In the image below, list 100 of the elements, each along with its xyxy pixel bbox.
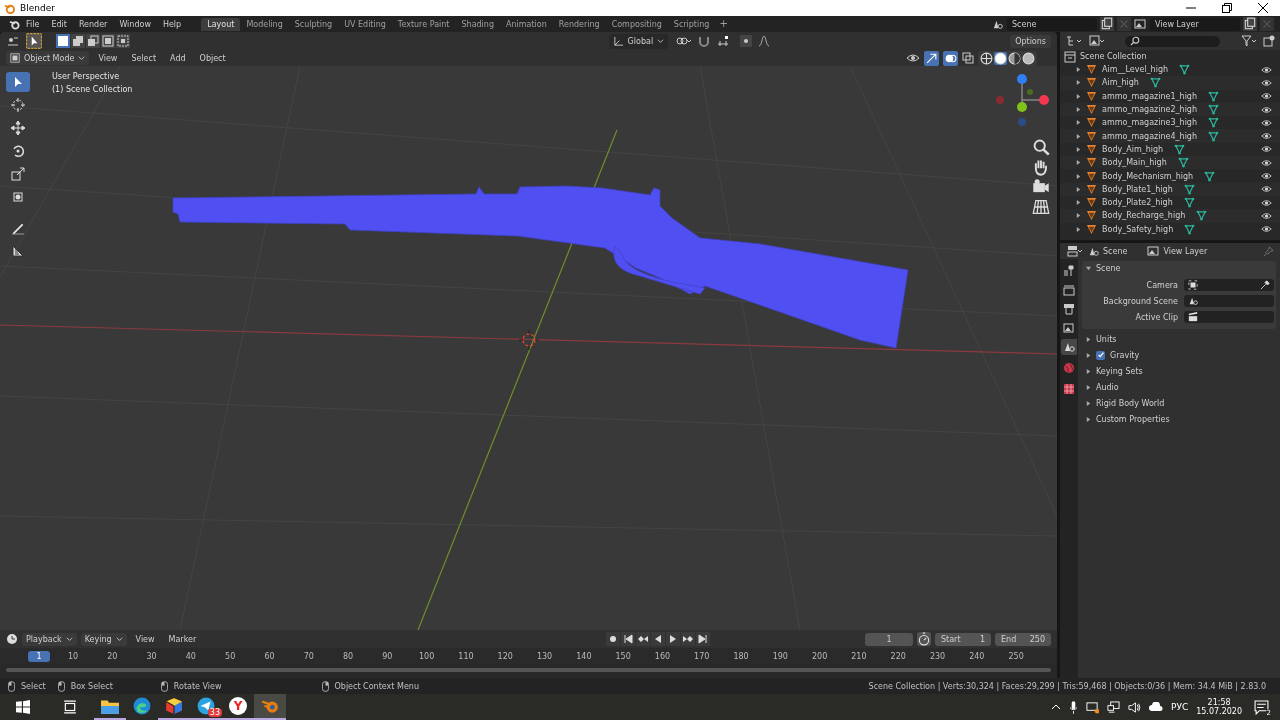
workspace-tab[interactable]: Compositing xyxy=(605,17,668,31)
select-subtract-icon[interactable] xyxy=(86,34,100,48)
clip-field[interactable] xyxy=(1184,311,1274,323)
eye-icon[interactable] xyxy=(1261,145,1272,154)
image-icon[interactable] xyxy=(1134,18,1146,30)
menu-item[interactable]: Help xyxy=(156,19,188,29)
output-properties-tab[interactable] xyxy=(1061,301,1077,317)
eye-icon[interactable] xyxy=(1261,118,1272,127)
close-icon[interactable] xyxy=(1258,3,1268,13)
viewport-menu[interactable]: Add xyxy=(165,52,191,64)
solid-shading-icon[interactable] xyxy=(994,51,1007,65)
tool-properties-tab[interactable] xyxy=(1061,263,1077,279)
outliner-item[interactable]: ammo_magazine3_high xyxy=(1102,118,1197,128)
camera-field[interactable] xyxy=(1184,279,1274,291)
speaker-icon[interactable] xyxy=(1128,700,1141,714)
orientation-dropdown[interactable]: Global xyxy=(608,33,669,49)
outliner-item[interactable]: Scene Collection xyxy=(1080,52,1147,61)
world-properties-tab[interactable] xyxy=(1061,360,1077,376)
new-collection-icon[interactable] xyxy=(1263,35,1275,47)
select-intersect-icon[interactable] xyxy=(116,34,130,48)
eye-icon[interactable] xyxy=(1261,225,1272,234)
pin-icon[interactable] xyxy=(1263,245,1274,257)
start-frame-field[interactable]: Start 1 xyxy=(935,632,991,646)
zoom-icon[interactable] xyxy=(1032,138,1050,156)
workspace-tab[interactable]: UV Editing xyxy=(338,17,392,31)
menu-item[interactable]: Window xyxy=(113,19,157,29)
taskbar-button[interactable] xyxy=(254,694,286,720)
panel-header[interactable]: Gravity xyxy=(1082,347,1276,363)
view-layer-field[interactable]: View Layer xyxy=(1150,17,1240,31)
select-tool-button[interactable] xyxy=(6,72,30,92)
proportional-edit-icon[interactable] xyxy=(740,35,753,47)
eye-icon[interactable] xyxy=(1261,211,1272,220)
current-frame-field[interactable]: 1 xyxy=(865,632,913,646)
eye-icon[interactable] xyxy=(1261,132,1272,141)
scene-icon[interactable] xyxy=(992,18,1003,30)
expand-arrow-icon[interactable] xyxy=(1076,186,1081,192)
eye-icon[interactable] xyxy=(1261,78,1272,87)
gizmo-toggle-icon[interactable] xyxy=(924,50,939,66)
outliner-item[interactable]: Body_Aim_high xyxy=(1102,144,1164,154)
copy-icon[interactable] xyxy=(1100,17,1114,31)
grid-icon[interactable] xyxy=(1032,198,1050,216)
scene-field[interactable] xyxy=(1184,295,1274,307)
outliner-item[interactable]: ammo_magazine1_high xyxy=(1102,91,1197,101)
input-language[interactable]: РУС xyxy=(1171,702,1189,712)
viewport-menu[interactable]: Object xyxy=(194,52,231,64)
display-mode-icon[interactable] xyxy=(1088,35,1106,47)
taskbar-button[interactable]: 33 xyxy=(190,694,222,720)
viewport-menu[interactable]: Select xyxy=(126,52,162,64)
play-icon[interactable] xyxy=(666,632,681,646)
mode-dropdown[interactable]: Object Mode xyxy=(6,51,90,65)
select-invert-icon[interactable] xyxy=(101,34,115,48)
panel-header[interactable]: Audio xyxy=(1082,379,1276,395)
cursor-tool-icon[interactable] xyxy=(26,33,42,49)
jump-start-icon[interactable] xyxy=(621,632,636,646)
workspace-tab[interactable]: Sculpting xyxy=(288,17,339,31)
app-logo-icon[interactable] xyxy=(9,18,20,30)
eye-icon[interactable] xyxy=(1261,185,1272,194)
panel-header[interactable]: Scene xyxy=(1082,261,1276,275)
overlay-toggle-icon[interactable] xyxy=(943,50,958,66)
outliner-item[interactable]: Body_Plate2_high xyxy=(1102,198,1173,208)
jump-end-icon[interactable] xyxy=(696,632,711,646)
timeline-menu[interactable]: View xyxy=(130,633,160,645)
menu-item[interactable]: Render xyxy=(72,19,114,29)
expand-arrow-icon[interactable] xyxy=(1076,226,1081,232)
eye-icon[interactable] xyxy=(1261,105,1272,114)
panel-header[interactable]: Keying Sets xyxy=(1082,363,1276,379)
windows-start-icon[interactable] xyxy=(16,700,30,714)
scene-field[interactable]: Scene xyxy=(1007,17,1097,31)
playhead[interactable]: 1 xyxy=(28,650,50,662)
outliner-type-icon[interactable] xyxy=(1065,35,1083,47)
add-workspace-button[interactable]: + xyxy=(715,17,732,31)
eye-icon[interactable] xyxy=(1261,65,1272,74)
eye-icon[interactable] xyxy=(1261,158,1272,167)
expand-arrow-icon[interactable] xyxy=(1076,173,1081,179)
eye-icon[interactable] xyxy=(1261,198,1272,207)
timeline-menu[interactable]: Keying xyxy=(80,632,127,646)
task-view-icon[interactable] xyxy=(63,700,77,714)
viewport-menu[interactable]: View xyxy=(93,52,123,64)
cloud-icon[interactable] xyxy=(1149,702,1163,712)
outliner-item[interactable]: Body_Mechanism_high xyxy=(1102,171,1194,181)
restore-icon[interactable] xyxy=(1222,3,1232,13)
monitor-icon[interactable] xyxy=(1086,700,1099,714)
chevron-up-icon[interactable] xyxy=(1051,704,1061,710)
network-icon[interactable] xyxy=(1107,700,1120,714)
render-properties-tab[interactable] xyxy=(1061,282,1077,298)
workspace-tab[interactable]: Animation xyxy=(500,17,553,31)
editor-type-icon[interactable] xyxy=(6,35,20,47)
prev-keyframe-icon[interactable] xyxy=(636,632,651,646)
select-new-icon[interactable] xyxy=(56,34,70,48)
hand-icon[interactable] xyxy=(1032,158,1050,176)
rendered-shading-icon[interactable] xyxy=(1022,51,1035,65)
next-keyframe-icon[interactable] xyxy=(681,632,696,646)
wire-shading-icon[interactable] xyxy=(980,51,993,65)
stopwatch-icon[interactable] xyxy=(917,632,931,646)
expand-arrow-icon[interactable] xyxy=(1076,93,1081,99)
editor-type-icon[interactable] xyxy=(1066,245,1084,257)
material-shading-icon[interactable] xyxy=(1008,51,1021,65)
search-field[interactable] xyxy=(1125,35,1220,47)
play-reverse-icon[interactable] xyxy=(651,632,666,646)
workspace-tab[interactable]: Texture Paint xyxy=(391,17,456,31)
